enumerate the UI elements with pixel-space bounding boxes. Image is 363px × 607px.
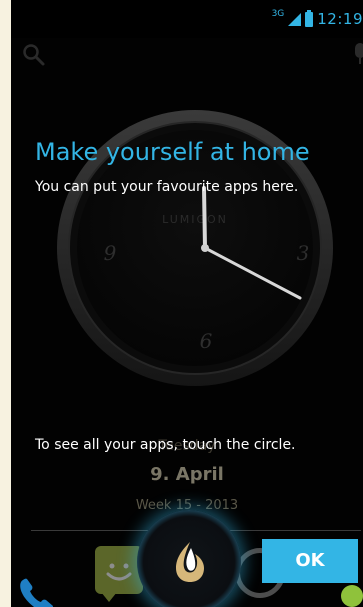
clock-numeral-3: 3 [297, 241, 310, 265]
browser-icon[interactable] [341, 585, 363, 607]
ok-button[interactable]: OK [262, 539, 358, 583]
hour-hand [202, 186, 207, 250]
battery-icon [305, 9, 314, 27]
date-main: 9. April [150, 464, 224, 485]
all-apps-button[interactable] [137, 510, 241, 607]
clock-brand-label: LUMIGON [162, 213, 228, 226]
mic-icon[interactable] [353, 42, 363, 66]
messaging-icon[interactable] [95, 546, 143, 602]
signal-icon [288, 12, 302, 26]
status-icons: 3G 12:19 [272, 8, 363, 30]
home-screen: 3G 12:19 LUMIGON 9 3 6 Make yourself at … [11, 0, 363, 607]
phone-icon[interactable] [17, 576, 57, 607]
app-drawer-logo-icon [176, 542, 204, 582]
clock-numeral-9: 9 [104, 241, 117, 265]
hint-subtitle: You can put your favourite apps here. [35, 179, 299, 195]
network-type-label: 3G [271, 9, 285, 19]
status-time: 12:19 [317, 10, 363, 28]
search-icon[interactable] [21, 42, 47, 68]
status-bar: 3G 12:19 [11, 0, 363, 38]
clock-numeral-6: 6 [200, 329, 213, 353]
hint-title: Make yourself at home [35, 138, 310, 166]
hint-bottom-text: To see all your apps, touch the circle. [35, 437, 296, 453]
